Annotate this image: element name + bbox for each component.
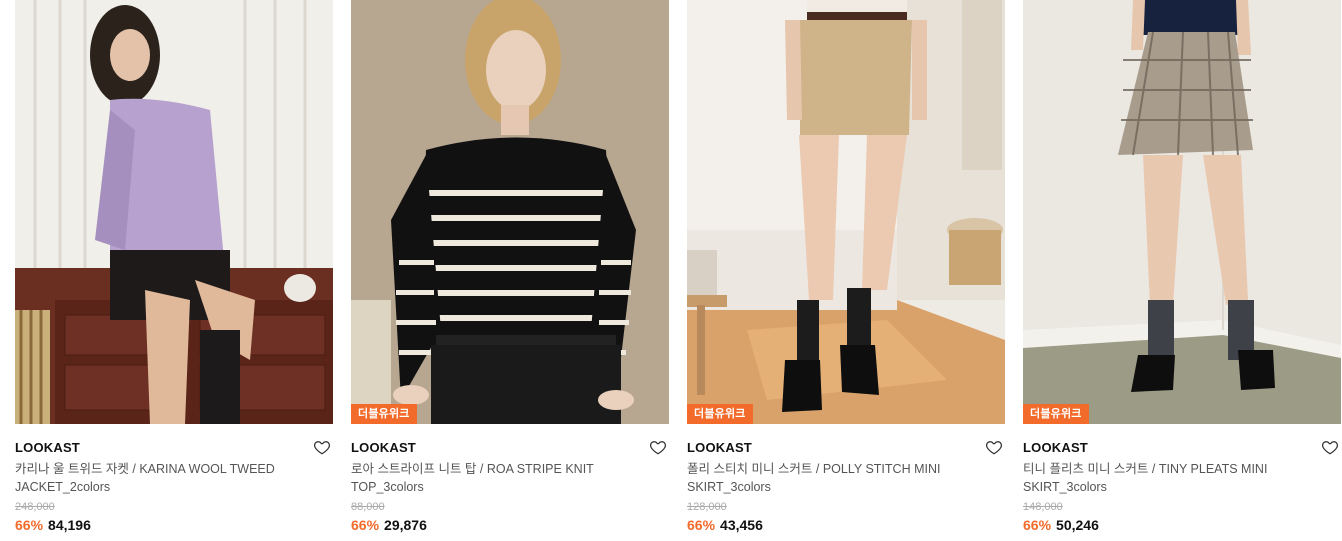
- discount-rate: 66%: [351, 517, 380, 533]
- sale-price: 84,196: [48, 517, 91, 533]
- sale-price: 29,876: [384, 517, 427, 533]
- brand-name[interactable]: LOOKAST: [351, 440, 416, 455]
- original-price: 128,000: [687, 501, 727, 513]
- product-image[interactable]: [15, 0, 333, 424]
- product-card[interactable]: 더블유위크 LOOKAST 폴리 스티치 미니 스커트 / POLLY STIT…: [687, 0, 1005, 534]
- promo-badge: 더블유위크: [351, 404, 417, 424]
- original-price: 148,000: [1023, 501, 1063, 513]
- promo-badge: 더블유위크: [687, 404, 753, 424]
- heart-outline-icon[interactable]: [1321, 438, 1339, 456]
- price-row: 66% 84,196: [15, 516, 333, 534]
- original-price: 248,000: [15, 501, 55, 513]
- promo-badge: 더블유위크: [1023, 404, 1089, 424]
- product-name[interactable]: 로아 스트라이프 니트 탑 / ROA STRIPE KNIT TOP_3col…: [351, 460, 641, 496]
- product-name[interactable]: 폴리 스티치 미니 스커트 / POLLY STITCH MINI SKIRT_…: [687, 460, 977, 496]
- product-card[interactable]: LOOKAST 카리나 울 트위드 자켓 / KARINA WOOL TWEED…: [15, 0, 333, 534]
- brand-name[interactable]: LOOKAST: [15, 440, 80, 455]
- brand-name[interactable]: LOOKAST: [687, 440, 752, 455]
- product-grid: LOOKAST 카리나 울 트위드 자켓 / KARINA WOOL TWEED…: [15, 0, 1341, 534]
- heart-outline-icon[interactable]: [313, 438, 331, 456]
- sale-price: 43,456: [720, 517, 763, 533]
- original-price: 88,000: [351, 501, 385, 513]
- brand-name[interactable]: LOOKAST: [1023, 440, 1088, 455]
- heart-outline-icon[interactable]: [649, 438, 667, 456]
- discount-rate: 66%: [15, 517, 44, 533]
- product-image[interactable]: 더블유위크: [1023, 0, 1341, 424]
- product-image[interactable]: 더블유위크: [687, 0, 1005, 424]
- price-row: 66% 29,876: [351, 516, 669, 534]
- product-card[interactable]: 더블유위크 LOOKAST 로아 스트라이프 니트 탑 / ROA STRIPE…: [351, 0, 669, 534]
- product-name[interactable]: 카리나 울 트위드 자켓 / KARINA WOOL TWEED JACKET_…: [15, 460, 305, 496]
- heart-outline-icon[interactable]: [985, 438, 1003, 456]
- sale-price: 50,246: [1056, 517, 1099, 533]
- discount-rate: 66%: [1023, 517, 1052, 533]
- product-name[interactable]: 티니 플리츠 미니 스커트 / TINY PLEATS MINI SKIRT_3…: [1023, 460, 1313, 496]
- product-card[interactable]: 더블유위크 LOOKAST 티니 플리츠 미니 스커트 / TINY PLEAT…: [1023, 0, 1341, 534]
- product-image[interactable]: 더블유위크: [351, 0, 669, 424]
- discount-rate: 66%: [687, 517, 716, 533]
- price-row: 66% 50,246: [1023, 516, 1341, 534]
- price-row: 66% 43,456: [687, 516, 1005, 534]
